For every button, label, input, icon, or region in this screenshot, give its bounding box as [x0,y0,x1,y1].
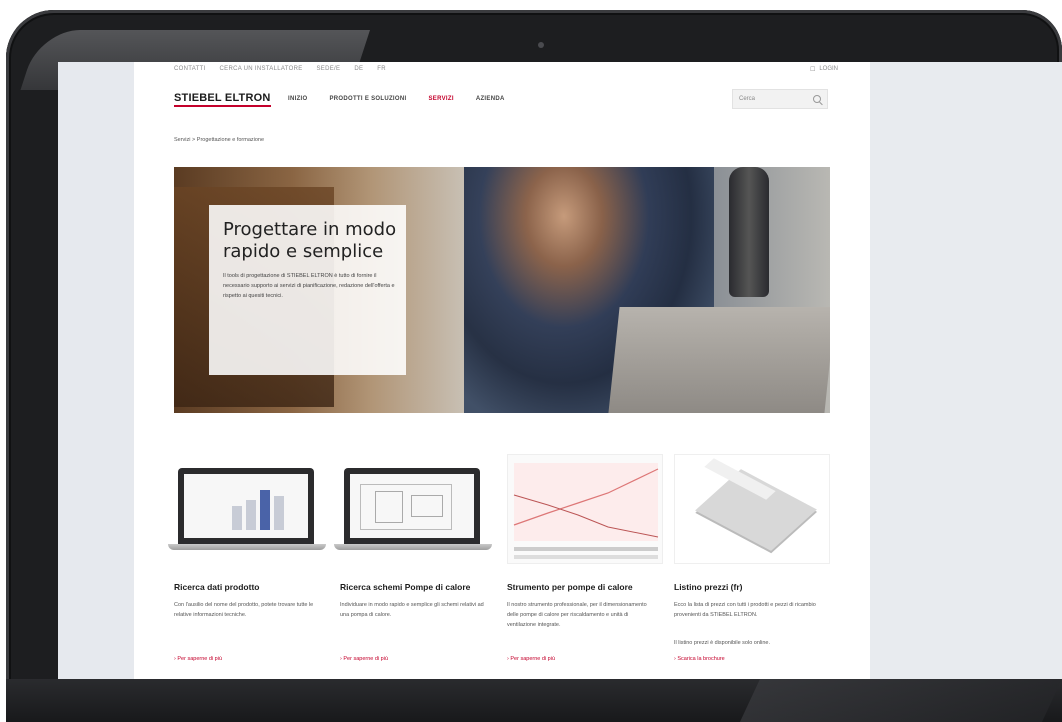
laptop-thumbnail-base [334,544,492,550]
chart-slider [514,547,658,551]
hero-title: Progettare in modo rapido e semplice [223,219,397,262]
nav-item-azienda[interactable]: AZIENDA [476,96,505,102]
card-description: Individuare in modo rapido e semplice gl… [340,602,484,618]
nav-item-prodotti[interactable]: PRODOTTI E SOLUZIONI [329,96,406,102]
card-description: Ecco la lista di prezzi con tutti i prod… [674,602,816,618]
hero-textbox: Progettare in modo rapido e semplice Il … [209,205,406,375]
card-thumbnail [507,454,663,564]
card-link[interactable]: › Per saperne di più [507,656,555,662]
chart-area-band [514,463,658,541]
card-description: Il nostro strumento professionale, per i… [507,602,647,628]
card-link[interactable]: › Per saperne di più [340,656,388,662]
card-link[interactable]: › Per saperne di più [174,656,222,662]
scheme-diagram [360,484,452,530]
web-page: CONTATTI CERCA UN INSTALLATORE SEDE/E DE… [134,62,870,679]
tool-chart-graphic [513,463,659,559]
hero-image-laptop [608,307,830,413]
laptop-thumbnail [178,468,314,544]
hero-image-bottle [729,167,769,297]
topnav-link-installatore[interactable]: CERCA UN INSTALLATORE [220,66,303,82]
thumb-bar [232,506,242,530]
thumb-bar [274,496,284,530]
search-placeholder: Cerca [739,96,756,102]
card-title[interactable]: Strumento per pompe di calore [507,582,667,592]
user-icon: ☐ [809,67,816,73]
breadcrumb[interactable]: Servizi > Progettazione e formazione [174,137,264,143]
main-nav: INIZIO PRODOTTI E SOLUZIONI SERVIZI AZIE… [288,96,505,102]
feature-cards: Ricerca dati prodotto Con l'ausilio del … [168,454,830,679]
laptop-chin-highlight [739,679,1062,722]
card-description-note: Il listino prezzi è disponibile solo onl… [674,640,770,646]
laptop-thumbnail-screen [350,474,474,538]
card-heat-pump-tool[interactable]: Strumento per pompe di calore Il nostro … [507,454,663,679]
laptop-thumbnail-screen [184,474,308,538]
search-input[interactable]: Cerca [732,89,828,109]
card-thumbnail [168,454,330,564]
tool-chart-thumbnail [507,454,663,564]
card-description: Con l'ausilio del nome del prodotto, pot… [174,602,314,618]
card-thumbnail [334,454,496,564]
nav-item-inizio[interactable]: INIZIO [288,96,307,102]
login-link[interactable]: ☐ LOGIN [810,66,838,73]
top-utility-nav: CONTATTI CERCA UN INSTALLATORE SEDE/E DE… [174,66,386,82]
chart-legend-row [514,555,658,559]
topnav-link-sede[interactable]: SEDE/E [317,66,341,82]
hero-text: Il tools di progettazione di STIEBEL ELT… [223,273,395,299]
laptop-thumbnail-base [168,544,326,550]
laptop-screen: CONTATTI CERCA UN INSTALLATORE SEDE/E DE… [58,62,1062,679]
thumb-bar [246,500,256,530]
card-title[interactable]: Ricerca dati prodotto [174,582,334,592]
card-thumbnail [674,454,830,564]
thumb-bar [260,490,270,530]
camera-icon [538,42,544,48]
price-list-thumbnail [674,454,830,564]
login-label: LOGIN [819,66,838,72]
page-right-margin [870,62,1062,679]
hero-banner: Progettare in modo rapido e semplice Il … [174,167,830,413]
card-price-list[interactable]: Listino prezzi (fr) Ecco la lista di pre… [674,454,830,679]
card-link[interactable]: › Scarica la brochure [674,656,725,662]
brand-logo[interactable]: STIEBEL ELTRON [174,92,271,107]
card-heat-pump-schemes[interactable]: Ricerca schemi Pompe di calore Individua… [334,454,496,679]
card-product-data[interactable]: Ricerca dati prodotto Con l'ausilio del … [168,454,330,679]
topnav-link-contatti[interactable]: CONTATTI [174,66,206,82]
topnav-link-fr[interactable]: FR [377,66,386,82]
search-icon[interactable] [813,95,821,103]
card-title[interactable]: Ricerca schemi Pompe di calore [340,582,500,592]
laptop-thumbnail [344,468,480,544]
nav-item-servizi[interactable]: SERVIZI [428,96,453,102]
topnav-link-de[interactable]: DE [354,66,363,82]
card-title[interactable]: Listino prezzi (fr) [674,582,834,592]
